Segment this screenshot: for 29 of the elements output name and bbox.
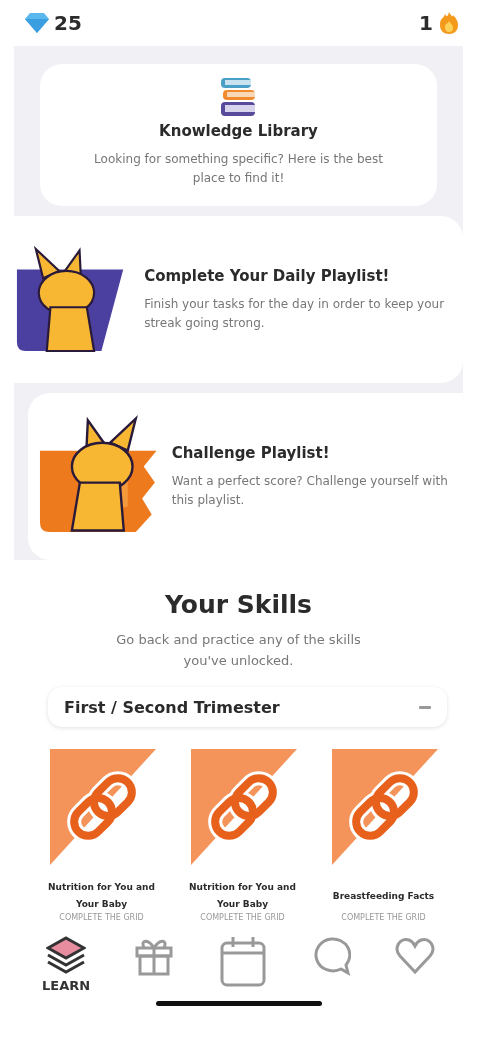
gem-icon bbox=[24, 12, 50, 34]
card-description: Finish your tasks for the day in order to keep your streak going strong. bbox=[144, 295, 446, 332]
card-description: Want a perfect score? Challenge yourself with this playlist. bbox=[171, 472, 449, 509]
dropdown-label: First / Second Trimester bbox=[64, 697, 280, 717]
streak-count: 1 bbox=[419, 11, 433, 35]
card-title: Knowledge Library bbox=[158, 122, 319, 140]
skill-status: COMPLETE THE GRID bbox=[58, 913, 145, 922]
nav-tab[interactable] bbox=[394, 936, 435, 976]
heart-icon bbox=[394, 936, 435, 976]
trimester-dropdown[interactable]: First / Second Trimester bbox=[48, 687, 447, 727]
skill-title: Nutrition for You and Your Baby bbox=[47, 881, 156, 911]
card-description: Looking for something specific? Here is the best place to find it! bbox=[93, 151, 384, 187]
library-card[interactable]: Knowledge Library Looking for something specific? Here is the best place to find it! bbox=[40, 64, 437, 206]
skill-status: COMPLETE THE GRID bbox=[340, 913, 427, 922]
flame-icon bbox=[437, 11, 461, 35]
gem-count: 25 bbox=[54, 11, 82, 35]
playlist-card[interactable]: Complete Your Daily Playlist! Finish your tasks for the day in order to keep your streak going strong. bbox=[14, 216, 463, 383]
skill-title: Breastfeeding Facts bbox=[331, 889, 436, 903]
layers-icon bbox=[46, 936, 87, 974]
calendar-icon bbox=[218, 936, 267, 987]
section-subtitle: Go back and practice any of the skills you've unlocked. bbox=[115, 631, 362, 670]
nav-tab[interactable] bbox=[218, 936, 267, 987]
nav-tab[interactable]: LEARN bbox=[42, 936, 91, 993]
skill-status: COMPLETE THE GRID bbox=[199, 913, 286, 922]
section-title: Your Skills bbox=[163, 590, 313, 619]
card-title: Complete Your Daily Playlist! bbox=[144, 266, 391, 285]
playlist-card[interactable]: Challenge Playlist! Want a perfect score? Challenge yourself with this playlist. bbox=[28, 393, 463, 560]
card-title: Challenge Playlist! bbox=[171, 443, 331, 462]
skill-title: Nutrition for You and Your Baby bbox=[188, 881, 297, 911]
